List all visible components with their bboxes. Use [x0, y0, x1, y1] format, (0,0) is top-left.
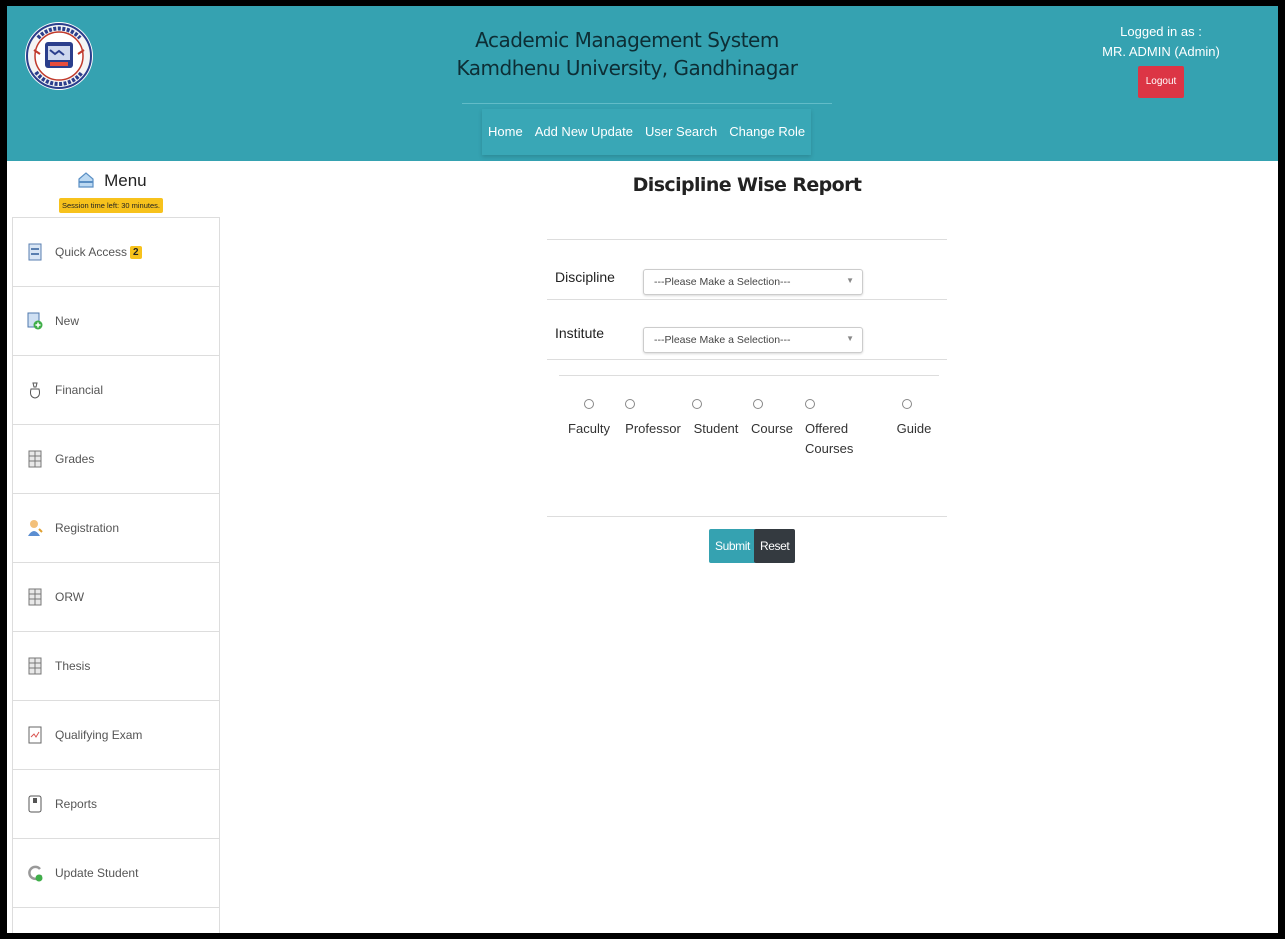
divider: [547, 299, 947, 300]
radio-label: Offered Courses: [805, 421, 854, 456]
divider: [547, 239, 947, 240]
app-title-line2: Kamdhenu University, Gandhinagar: [456, 56, 798, 80]
radio-guide[interactable]: Guide: [892, 399, 936, 439]
radio-offered-courses[interactable]: Offered Courses: [802, 399, 862, 459]
sidebar-item-label: Qualifying Exam: [55, 728, 143, 742]
user-icon: [27, 519, 43, 537]
grid-icon: [27, 450, 43, 468]
app-title-line1: Academic Management System: [475, 28, 779, 52]
discipline-select[interactable]: ---Please Make a Selection--- ▼: [643, 269, 863, 295]
divider: [547, 359, 947, 360]
exam-icon: [27, 726, 43, 744]
nav-change-role[interactable]: Change Role: [723, 109, 811, 155]
sidebar-item-label: Thesis: [55, 659, 91, 673]
session-timer-badge: Session time left: 30 minutes.: [59, 198, 163, 213]
sidebar-item-label: Reports: [55, 797, 98, 811]
menu-title-text: Menu: [104, 171, 147, 190]
grid-icon: [27, 657, 43, 675]
sidebar-item-label: Financial: [55, 383, 104, 397]
report-icon: [27, 795, 43, 813]
sidebar-item-thesis[interactable]: Thesis: [13, 632, 219, 701]
sidebar-item-label: Update Student: [55, 866, 139, 880]
radio-label: Student: [693, 421, 739, 436]
sidebar-item-financial[interactable]: Financial: [13, 356, 219, 425]
radio-button[interactable]: [805, 399, 815, 409]
sidebar-item-label: New: [55, 314, 80, 328]
grid-icon: [27, 588, 43, 606]
radio-button[interactable]: [692, 399, 702, 409]
nav-user-search[interactable]: User Search: [639, 109, 723, 155]
report-form: Discipline ---Please Make a Selection---…: [547, 239, 947, 519]
top-nav: Home Add New Update User Search Change R…: [482, 109, 812, 155]
divider: [547, 516, 947, 517]
sidebar-item-new[interactable]: New: [13, 287, 219, 356]
discipline-select-value: ---Please Make a Selection---: [654, 276, 791, 288]
radio-label: Professor: [625, 421, 681, 436]
radio-label: Guide: [896, 421, 932, 436]
app-window: Academic Management System Kamdhenu Univ…: [7, 6, 1278, 933]
login-info: Logged in as : MR. ADMIN (Admin) Logout: [1086, 22, 1236, 98]
nav-add-new-update[interactable]: Add New Update: [529, 109, 639, 155]
sidebar-item-update-student[interactable]: Update Student: [13, 839, 219, 908]
logged-in-label: Logged in as :: [1120, 24, 1202, 39]
radio-button[interactable]: [625, 399, 635, 409]
sidebar: Menu Session time left: 30 minutes. Quic…: [7, 161, 220, 933]
reset-button[interactable]: Reset: [754, 529, 796, 563]
user-name: MR. ADMIN (Admin): [1102, 44, 1220, 59]
chevron-down-icon: ▼: [846, 276, 854, 285]
radio-button[interactable]: [753, 399, 763, 409]
discipline-label: Discipline: [555, 269, 615, 285]
sidebar-item-label: Grades: [55, 452, 95, 466]
quick-access-count-badge: 2: [130, 245, 142, 259]
document-icon: [27, 243, 43, 261]
radio-button[interactable]: [902, 399, 912, 409]
institute-select[interactable]: ---Please Make a Selection--- ▼: [643, 327, 863, 353]
radio-professor[interactable]: Professor: [621, 399, 685, 439]
radio-course[interactable]: Course: [747, 399, 797, 439]
sidebar-item-grades[interactable]: Grades: [13, 425, 219, 494]
radio-button[interactable]: [584, 399, 594, 409]
nav-divider: [462, 103, 832, 104]
divider: [559, 375, 939, 376]
menu-title: Menu: [7, 171, 217, 194]
home-icon: [77, 171, 95, 194]
sidebar-item-label: Quick Access: [55, 245, 128, 259]
institute-select-value: ---Please Make a Selection---: [654, 334, 791, 346]
sidebar-item-orw[interactable]: ORW: [13, 563, 219, 632]
page-title: Discipline Wise Report: [632, 174, 862, 196]
new-file-icon: [27, 312, 43, 330]
institute-label: Institute: [555, 325, 605, 341]
sidebar-menu: Quick Access 2 New Financial Grades Regi…: [12, 217, 220, 933]
university-seal-icon: [24, 16, 94, 122]
sidebar-item-reports[interactable]: Reports: [13, 770, 219, 839]
sidebar-item-label: ORW: [55, 590, 85, 604]
radio-faculty[interactable]: Faculty: [564, 399, 614, 439]
header-bar: Academic Management System Kamdhenu Univ…: [7, 6, 1278, 161]
logout-button[interactable]: Logout: [1137, 66, 1185, 98]
radio-label: Course: [751, 421, 793, 436]
app-title: Academic Management System Kamdhenu Univ…: [367, 26, 887, 82]
radio-label: Faculty: [568, 421, 610, 436]
sidebar-item-qualifying-exam[interactable]: Qualifying Exam: [13, 701, 219, 770]
chevron-down-icon: ▼: [846, 334, 854, 343]
submit-button[interactable]: Submit: [709, 529, 756, 563]
refresh-icon: [27, 864, 43, 882]
radio-student[interactable]: Student: [688, 399, 744, 439]
nav-home[interactable]: Home: [482, 109, 529, 155]
money-bag-icon: [27, 381, 43, 399]
sidebar-item-registration[interactable]: Registration: [13, 494, 219, 563]
sidebar-item-label: Registration: [55, 521, 120, 535]
sidebar-item-quick-access[interactable]: Quick Access 2: [13, 218, 219, 287]
